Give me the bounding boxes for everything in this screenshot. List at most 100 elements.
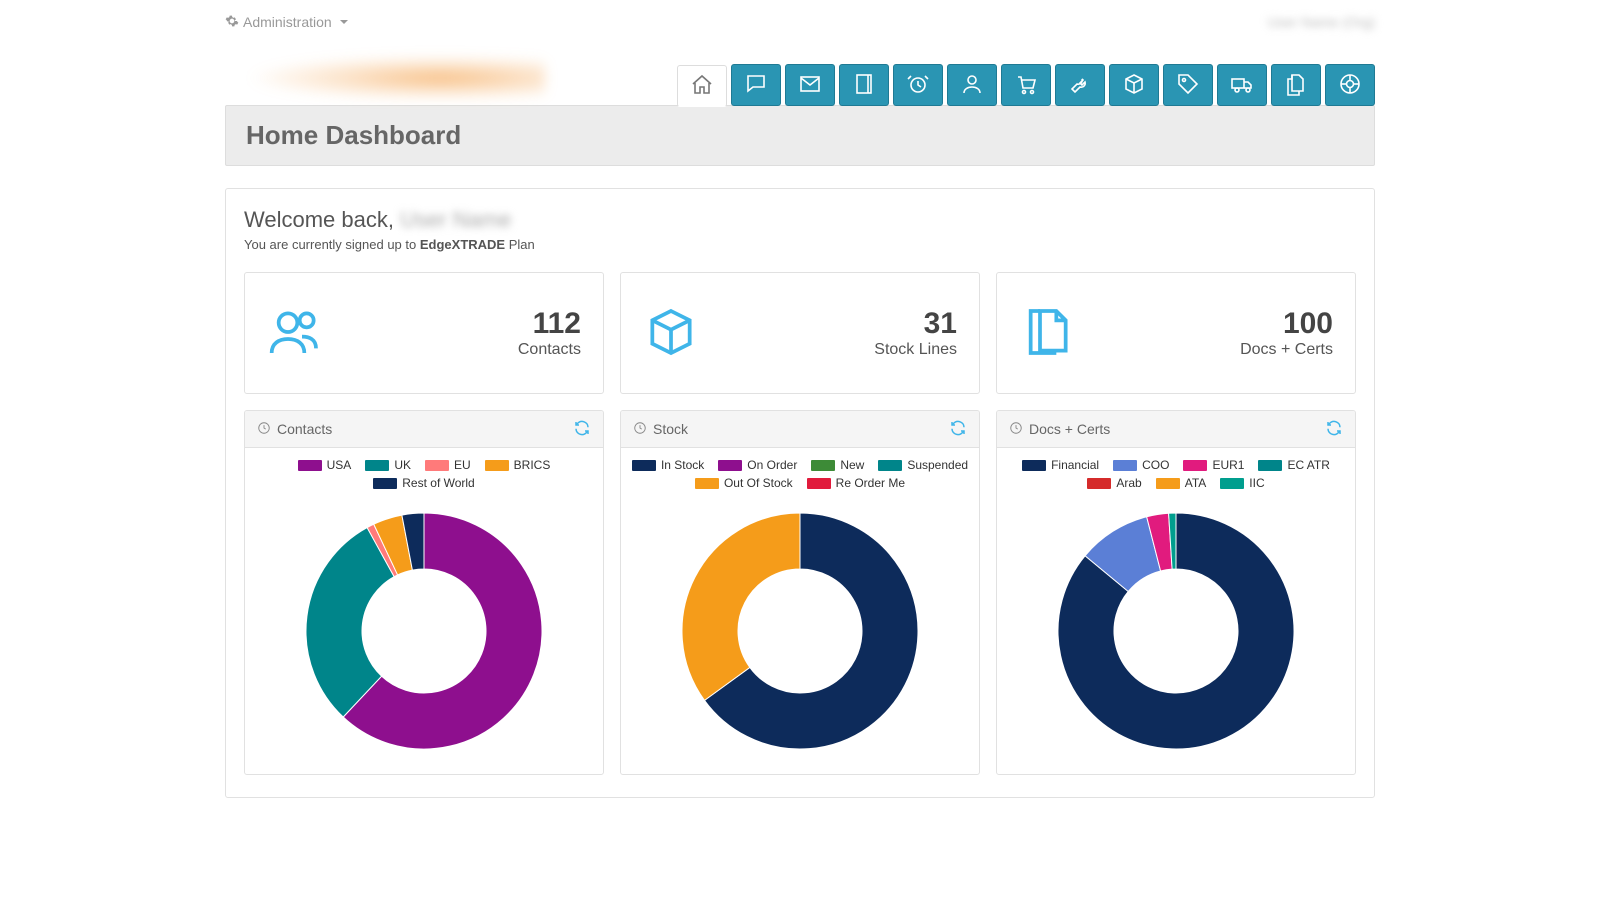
legend-item[interactable]: COO [1113,458,1169,472]
legend-label: Financial [1051,458,1099,472]
donut-chart [1005,506,1347,756]
legend-item[interactable]: Financial [1022,458,1099,472]
welcome-heading: Welcome back, User Name [244,207,1356,233]
plan-line: You are currently signed up to EdgeXTRAD… [244,237,1356,252]
legend-item[interactable]: New [811,458,864,472]
chart-legend: In Stock On Order New Suspended Out Of Stock… [629,458,971,496]
user-menu-label: User Name (Org) [1268,14,1375,30]
legend-item[interactable]: BRICS [485,458,551,472]
legend-item[interactable]: On Order [718,458,797,472]
stat-label: Docs + Certs [1240,341,1333,359]
legend-item[interactable]: EU [425,458,471,472]
legend-label: Re Order Me [836,476,905,490]
docs-icon [1019,304,1075,363]
title-bar: Home Dashboard [225,105,1375,166]
stat-contacts[interactable]: 112Contacts [244,272,604,394]
legend-swatch [695,478,719,489]
user-menu[interactable]: User Name (Org) [1268,14,1375,30]
legend-item[interactable]: ATA [1156,476,1207,490]
legend-swatch [425,460,449,471]
alarm-icon [906,72,930,99]
refresh-icon [949,424,967,440]
stat-stock-lines[interactable]: 31Stock Lines [620,272,980,394]
legend-item[interactable]: Arab [1087,476,1141,490]
legend-swatch [485,460,509,471]
administration-label: Administration [243,14,332,30]
legend-swatch [1022,460,1046,471]
dashboard-card: Welcome back, User Name You are currentl… [225,188,1375,798]
legend-label: BRICS [514,458,551,472]
nav-home[interactable] [677,65,727,107]
mail-icon [798,72,822,99]
refresh-icon [573,424,591,440]
legend-swatch [807,478,831,489]
nav-package[interactable] [1109,64,1159,106]
legend-swatch [878,460,902,471]
legend-item[interactable]: Suspended [878,458,968,472]
clock-icon [633,421,647,438]
nav-mail[interactable] [785,64,835,106]
nav-truck[interactable] [1217,64,1267,106]
legend-label: UK [394,458,411,472]
stat-label: Stock Lines [874,341,957,359]
package-icon [1122,72,1146,99]
chart-panel-stock: StockIn StockOn OrderNewSuspendedOut Of … [620,410,980,775]
chart-legend: Financial COO EUR1 EC ATR Arab ATA IIC [1005,458,1347,496]
stat-label: Contacts [518,341,581,359]
legend-swatch [1156,478,1180,489]
legend-label: On Order [747,458,797,472]
nav-chat[interactable] [731,64,781,106]
refresh-button[interactable] [573,419,591,440]
legend-item[interactable]: Re Order Me [807,476,905,490]
nav-help[interactable] [1325,64,1375,106]
legend-swatch [1183,460,1207,471]
refresh-button[interactable] [949,419,967,440]
legend-swatch [1087,478,1111,489]
plan-suffix: Plan [505,237,535,252]
nav-alarm[interactable] [893,64,943,106]
tag-icon [1176,72,1200,99]
nav-book[interactable] [839,64,889,106]
help-icon [1338,72,1362,99]
app-logo [225,50,565,106]
nav-wrench[interactable] [1055,64,1105,106]
panel-title: Docs + Certs [1029,421,1110,437]
legend-item[interactable]: EUR1 [1183,458,1244,472]
administration-menu[interactable]: Administration [225,14,348,31]
home-icon [690,73,714,100]
chart-panel-docs-certs: Docs + Certs Financial COO EUR1 EC ATR Arab AT… [996,410,1356,775]
legend-item[interactable]: In Stock [632,458,704,472]
plan-prefix: You are currently signed up to [244,237,420,252]
nav-cart[interactable] [1001,64,1051,106]
legend-item[interactable]: USA [298,458,352,472]
chevron-down-icon [340,20,348,24]
legend-label: Rest of World [402,476,474,490]
chat-icon [744,72,768,99]
legend-swatch [1220,478,1244,489]
legend-label: COO [1142,458,1169,472]
legend-label: IIC [1249,476,1264,490]
legend-item[interactable]: Rest of World [373,476,474,490]
stat-docs-certs[interactable]: 100Docs + Certs [996,272,1356,394]
gear-icon [225,14,239,31]
legend-label: EUR1 [1212,458,1244,472]
nav-files[interactable] [1271,64,1321,106]
nav-tag[interactable] [1163,64,1213,106]
nav-user[interactable] [947,64,997,106]
legend-item[interactable]: UK [365,458,411,472]
legend-item[interactable]: IIC [1220,476,1264,490]
refresh-button[interactable] [1325,419,1343,440]
legend-swatch [1113,460,1137,471]
cart-icon [1014,72,1038,99]
legend-item[interactable]: Out Of Stock [695,476,793,490]
legend-label: Out Of Stock [724,476,793,490]
contacts-icon [267,304,323,363]
legend-item[interactable]: EC ATR [1258,458,1329,472]
legend-label: New [840,458,864,472]
user-icon [960,72,984,99]
truck-icon [1230,72,1254,99]
legend-label: Arab [1116,476,1141,490]
legend-swatch [365,460,389,471]
donut-chart [629,506,971,756]
legend-label: EC ATR [1287,458,1329,472]
